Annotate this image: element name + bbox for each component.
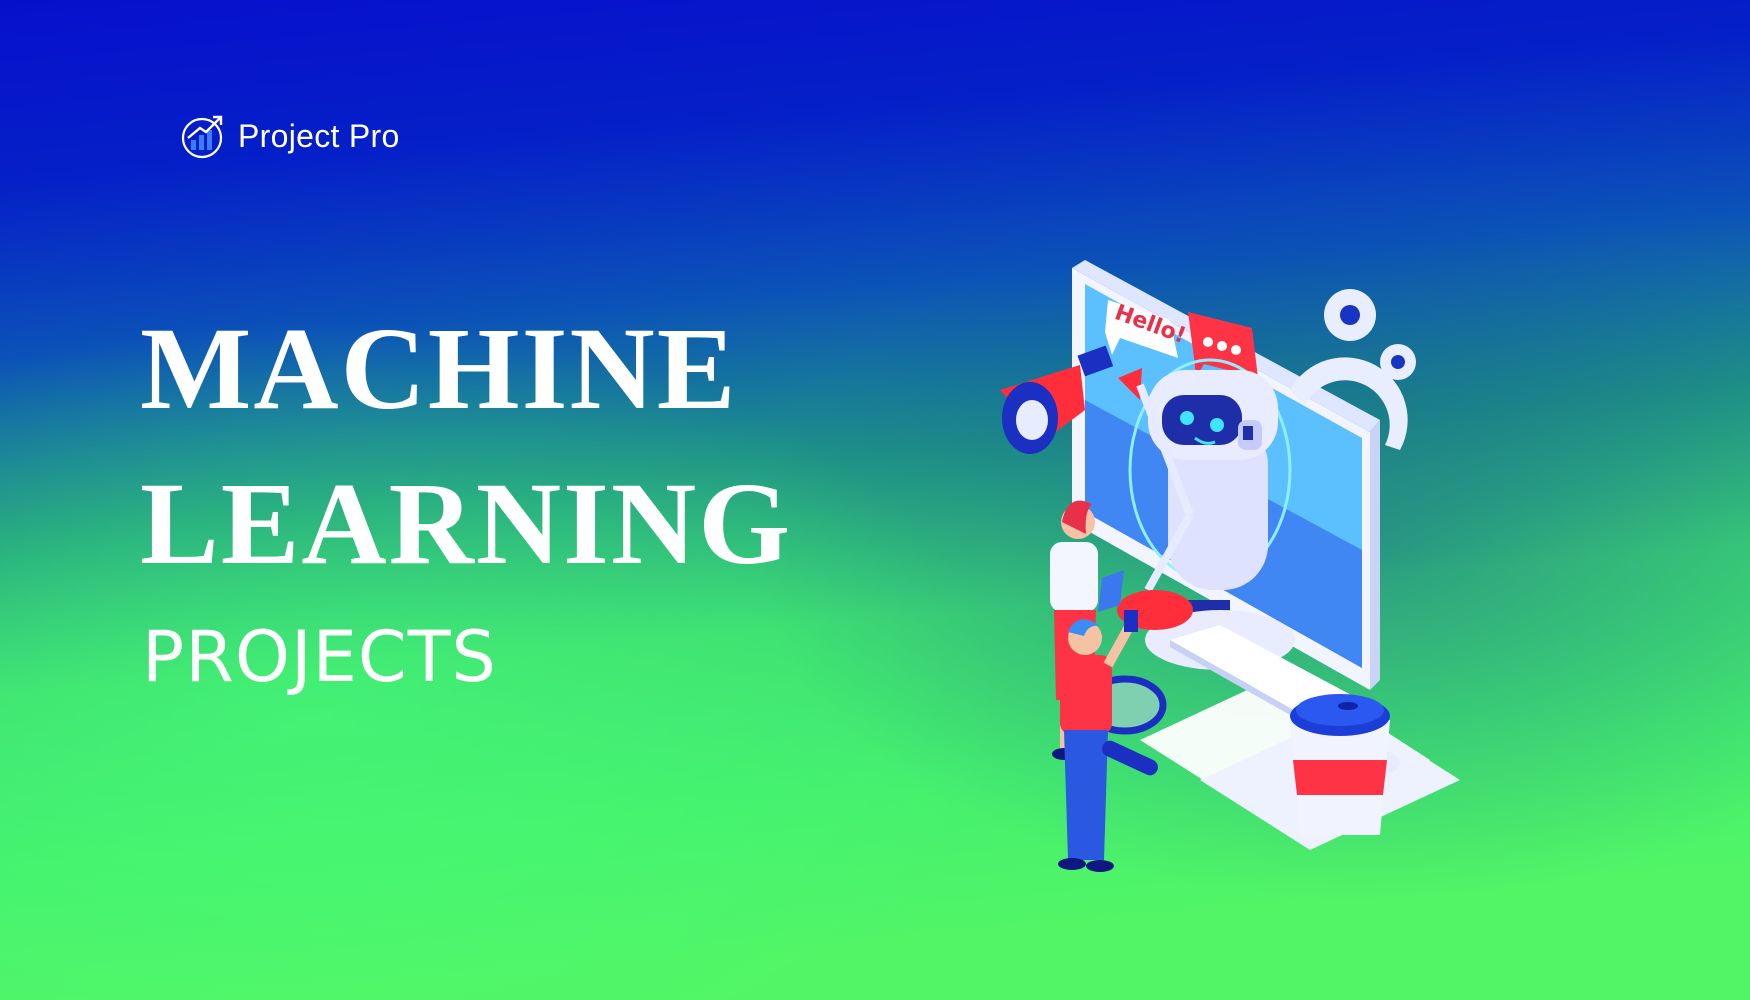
ml-illustration: Hello! — [1000, 260, 1460, 872]
headline-subline: PROJECTS — [142, 616, 497, 698]
brand-logo[interactable]: Project Pro — [180, 110, 400, 162]
headline-line-2: LEARNING — [140, 458, 792, 589]
coffee-cup — [1290, 694, 1390, 835]
rising-bar-chart-logo-icon — [181, 115, 223, 159]
chat-dots-icon — [1188, 312, 1258, 378]
brand-name: Project Pro — [238, 117, 400, 154]
headline-line-1: MACHINE — [140, 303, 738, 434]
